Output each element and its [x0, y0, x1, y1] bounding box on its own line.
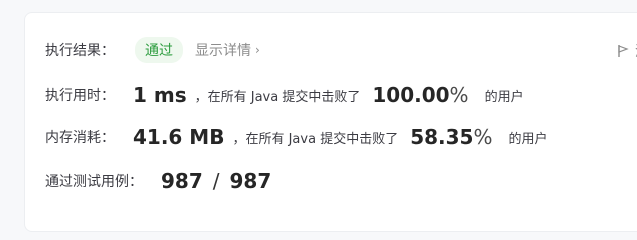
submission-result-card: 执行结果： 通过 显示详情 › 添加 执行用时： 1 ms ，在所有 Java …	[24, 12, 637, 232]
flag-icon	[618, 45, 629, 57]
show-details-label: 显示详情	[195, 43, 251, 59]
memory-percent-value: 58.35	[410, 125, 474, 149]
memory-label: 内存消耗：	[45, 130, 115, 146]
runtime-row: 执行用时： 1 ms ，在所有 Java 提交中击败了 100.00% 的用户	[45, 83, 524, 107]
show-details-link[interactable]: 显示详情 ›	[195, 40, 260, 60]
runtime-users-text: 的用户	[484, 89, 524, 105]
status-badge: 通过	[135, 37, 183, 63]
tests-passed: 987	[161, 169, 203, 193]
memory-percent-sign: %	[473, 125, 493, 149]
chevron-right-icon: ›	[255, 43, 260, 57]
add-note-button[interactable]: 添加	[617, 41, 637, 61]
runtime-value: 1 ms	[133, 83, 187, 107]
memory-value: 41.6 MB	[133, 125, 225, 149]
memory-beat-text: ，在所有 Java 提交中击败了	[232, 131, 399, 147]
runtime-label: 执行用时：	[45, 88, 115, 104]
runtime-percent-sign: %	[449, 83, 469, 107]
runtime-beat-text: ，在所有 Java 提交中击败了	[194, 89, 361, 105]
memory-users-text: 的用户	[508, 131, 548, 147]
result-label: 执行结果：	[45, 43, 115, 59]
tests-separator: /	[212, 169, 220, 193]
tests-label: 通过测试用例：	[45, 174, 143, 190]
result-row: 执行结果： 通过 显示详情 ›	[45, 37, 260, 63]
memory-row: 内存消耗： 41.6 MB ，在所有 Java 提交中击败了 58.35% 的用…	[45, 125, 548, 149]
tests-row: 通过测试用例： 987 / 987	[45, 169, 271, 193]
tests-total: 987	[229, 169, 272, 193]
memory-percent: 58.35%	[410, 125, 492, 149]
runtime-percent-value: 100.00	[372, 83, 450, 107]
runtime-percent: 100.00%	[372, 83, 468, 107]
